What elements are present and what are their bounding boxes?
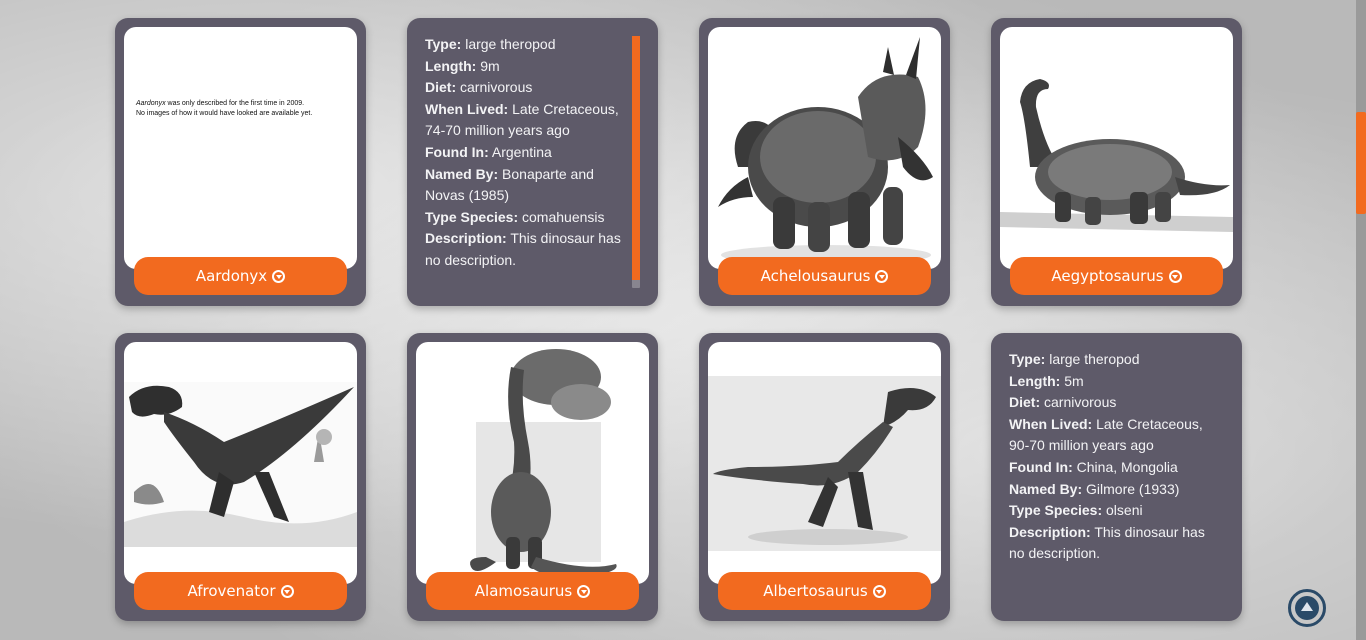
page-scrollbar[interactable] <box>1356 0 1366 640</box>
ceratopsian-illustration <box>718 37 933 265</box>
info-type-species: Type Species: comahuensis <box>425 208 605 225</box>
dino-name-button[interactable]: Achelousaurus <box>718 257 931 295</box>
info-diet: Diet: carnivorous <box>425 79 533 96</box>
dino-image <box>708 342 941 584</box>
info-when-lived: When Lived: Late Cretaceous, 74-70 milli… <box>425 100 619 139</box>
dino-name-button[interactable]: Aardonyx <box>134 257 347 295</box>
info-length: Length: 9m <box>425 57 500 74</box>
info-type: Type: large theropod <box>425 36 556 52</box>
dino-name-button[interactable]: Albertosaurus <box>718 572 931 610</box>
info-description: Description: This dinosaur has no descri… <box>1009 523 1205 562</box>
info-found-in: Found In: Argentina <box>425 143 552 160</box>
info-named-by: Named By: Gilmore (1933) <box>1009 480 1180 497</box>
dino-image <box>1000 27 1233 269</box>
info-scrollbar-thumb[interactable] <box>632 36 640 280</box>
sauropod-tree-illustration <box>470 349 617 578</box>
info-diet: Diet: carnivorous <box>1009 394 1117 411</box>
dino-name-button[interactable]: Aegyptosaurus <box>1010 257 1223 295</box>
chevron-down-circle-icon <box>872 584 886 598</box>
info-type: Type: large theropod <box>1009 351 1140 367</box>
info-length: Length: 5m <box>1009 372 1084 389</box>
info-scrollbar[interactable] <box>632 36 640 288</box>
dino-card-afrovenator: Afrovenator <box>115 333 366 621</box>
dino-info-list: Type: large theropod Length: 5m Diet: ca… <box>1009 349 1217 565</box>
page-scrollbar-thumb[interactable] <box>1356 112 1366 214</box>
dino-name-label: Alamosaurus <box>474 582 573 600</box>
dino-card-info-panel: Type: large theropod Length: 9m Diet: ca… <box>407 18 658 306</box>
info-when-lived: When Lived: Late Cretaceous, 90-70 milli… <box>1009 415 1203 454</box>
info-description: Description: This dinosaur has no descri… <box>425 230 621 268</box>
info-found-in: Found In: China, Mongolia <box>1009 458 1178 475</box>
dino-name-label: Aegyptosaurus <box>1051 267 1164 285</box>
chevron-down-circle-icon <box>577 584 591 598</box>
dino-card-aegyptosaurus: Aegyptosaurus <box>991 18 1242 306</box>
dino-image <box>416 342 649 584</box>
dino-name-button[interactable]: Alamosaurus <box>426 572 639 610</box>
chevron-down-circle-icon <box>280 584 294 598</box>
dino-name-label: Afrovenator <box>187 582 276 600</box>
tyrannosaur-illustration <box>708 376 941 551</box>
info-type-species: Type Species: olseni <box>1009 502 1143 519</box>
dino-image-placeholder: Aardonyx was only described for the firs… <box>124 27 357 269</box>
dino-card-alamosaurus: Alamosaurus <box>407 333 658 621</box>
dino-name-label: Aardonyx <box>195 267 268 285</box>
dino-info-list: Type: large theropod Length: 9m Diet: ca… <box>425 34 633 272</box>
dino-card-achelousaurus: Achelousaurus <box>699 18 950 306</box>
dino-card-info-panel: Type: large theropod Length: 5m Diet: ca… <box>991 333 1242 621</box>
dino-card-aardonyx: Aardonyx was only described for the firs… <box>115 18 366 306</box>
dino-name-label: Achelousaurus <box>760 267 871 285</box>
arrow-up-circle-icon <box>1295 596 1319 620</box>
chevron-down-circle-icon <box>1168 269 1182 283</box>
dino-name-label: Albertosaurus <box>763 582 868 600</box>
no-image-note: Aardonyx was only described for the firs… <box>136 100 313 117</box>
sauropod-illustration <box>1000 79 1233 232</box>
back-to-top-button[interactable] <box>1288 589 1326 627</box>
dino-image <box>124 342 357 584</box>
chevron-down-circle-icon <box>875 269 889 283</box>
dino-name-button[interactable]: Afrovenator <box>134 572 347 610</box>
theropod-illustration <box>124 382 357 547</box>
info-named-by: Named By: Bonaparte and Novas (1985) <box>425 165 594 204</box>
dino-image <box>708 27 941 269</box>
dino-card-albertosaurus: Albertosaurus <box>699 333 950 621</box>
chevron-down-circle-icon <box>272 269 286 283</box>
